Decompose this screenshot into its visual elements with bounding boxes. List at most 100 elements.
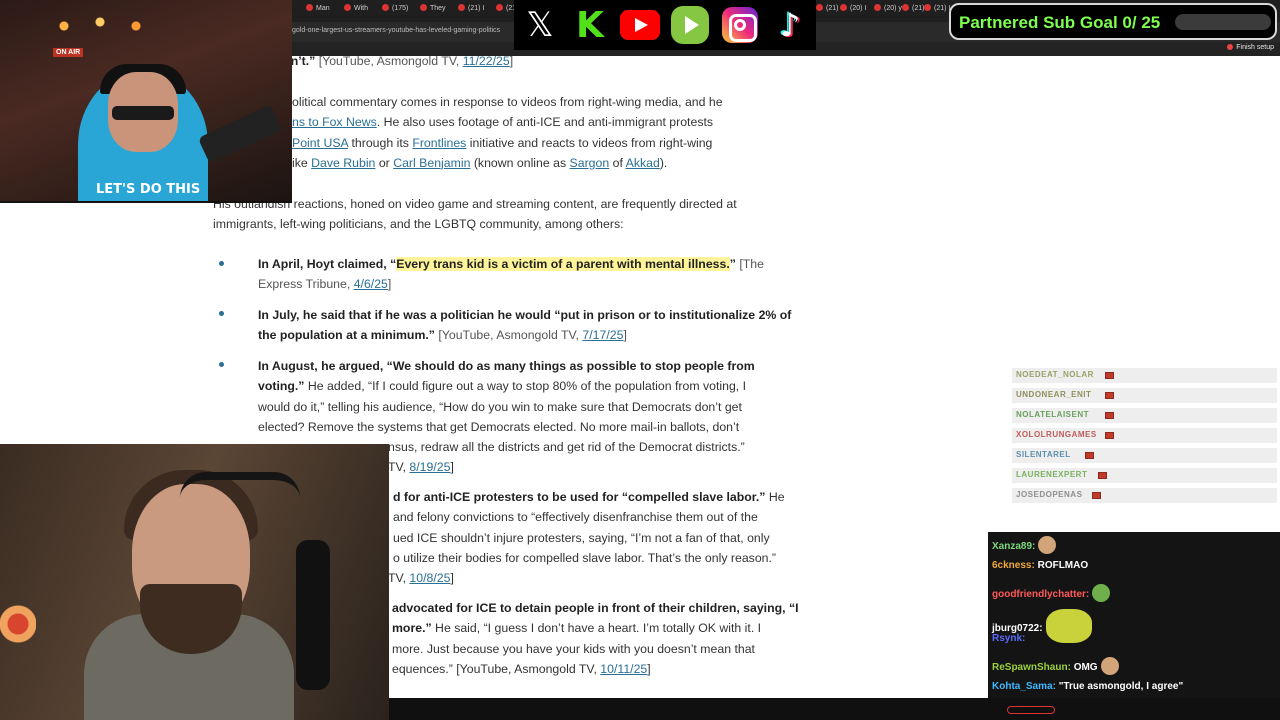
flag-icon <box>1085 452 1094 459</box>
bullet-marker <box>219 261 224 266</box>
text-span: (known online as <box>470 155 570 170</box>
viewer-name: SILENTAREL <box>1016 450 1071 459</box>
turning-point-link[interactable]: Point USA <box>292 136 348 150</box>
chat-message: Rsynk: <box>992 633 1025 644</box>
youtube-icon <box>620 5 660 45</box>
viewer-row: NOEDEAT_NOLAR <box>1012 368 1277 383</box>
text-span: . He also uses footage of anti-ICE and a… <box>376 115 714 130</box>
citation-link[interactable]: 4/6/25 <box>354 277 388 291</box>
text-span: voting.” <box>258 379 305 394</box>
chat-emote-icon <box>1092 584 1111 602</box>
chat-username[interactable]: 6ckness: <box>992 560 1035 571</box>
tab-label: (20) y <box>884 5 902 12</box>
akkad-link[interactable]: Akkad <box>626 156 660 170</box>
viewer-row: XOLOLRUNGAMES <box>1012 428 1277 443</box>
browser-tab[interactable]: (175) <box>382 4 408 18</box>
flag-icon <box>1104 432 1114 439</box>
citation-close: ] <box>647 661 651 676</box>
text-span: ). <box>659 155 668 170</box>
chat-username[interactable]: Xanza89: <box>992 541 1035 552</box>
highlighted-quote: Every trans kid is a victim of a parent … <box>396 257 730 271</box>
text-span: ike <box>292 155 312 170</box>
sunglasses <box>112 106 174 120</box>
paragraph-1-line-1: olitical commentary comes in response to… <box>292 95 723 109</box>
chat-username[interactable]: ReSpawnShaun: <box>992 662 1071 673</box>
chat-username[interactable]: goodfriendlychatter: <box>992 589 1089 600</box>
tab-favicon-icon <box>874 4 881 11</box>
tiktok-icon: ♪ <box>779 6 801 44</box>
sargon-link[interactable]: Sargon <box>570 156 610 170</box>
citation-link[interactable]: 7/17/25 <box>582 328 623 342</box>
paragraph-1-line-3: Point USA through its Frontlines initiat… <box>292 133 723 153</box>
finish-setup-button[interactable]: Finish setup <box>1227 44 1274 51</box>
viewer-name: LAURENEXPERT <box>1016 470 1088 479</box>
paragraph-2-line-2: immigrants, left-wing politicians, and t… <box>213 217 624 232</box>
citation: Express Tribune, <box>258 277 354 292</box>
browser-tab[interactable]: (20) y <box>874 4 902 18</box>
viewer-name: NOEDEAT_NOLAR <box>1016 370 1094 379</box>
chat-emote-icon <box>1045 609 1092 643</box>
text-line: elected? Remove the systems that get Dem… <box>258 419 740 434</box>
url-text[interactable]: gold-one-largest-us-streamers-youtube-ha… <box>292 27 500 34</box>
taskbar <box>389 698 1280 720</box>
carl-benjamin-link[interactable]: Carl Benjamin <box>393 156 470 170</box>
browser-tab[interactable]: They <box>420 4 446 18</box>
tab-label: (21) I <box>468 5 485 12</box>
frontlines-link[interactable]: Frontlines <box>412 136 466 150</box>
flag-icon <box>1091 492 1101 499</box>
citation-link[interactable]: 8/19/25 <box>409 460 450 474</box>
bullet-marker <box>219 362 224 367</box>
citation: [The <box>735 257 764 271</box>
chat-text: OMG <box>1073 662 1098 673</box>
flag-icon <box>1104 412 1114 419</box>
fox-news-link[interactable]: ns to Fox News <box>292 115 377 129</box>
browser-tab[interactable]: (21) I <box>458 4 484 18</box>
viewer-name: XOLOLRUNGAMES <box>1016 430 1097 439</box>
bullet-item-5: advocated for ICE to detain people in fr… <box>392 598 812 679</box>
chat-overlay: Xanza89: 6ckness: ROFLMAO goodfriendlychat… <box>988 532 1280 698</box>
chat-message: ReSpawnShaun: OMG <box>992 657 1119 675</box>
text-line: In August, he argued, “We should do as m… <box>258 359 755 373</box>
headset <box>180 472 300 498</box>
webcam-streamer <box>0 444 389 720</box>
text-span: through its <box>348 135 413 150</box>
text-line: In July, he said that if he was a politi… <box>258 308 792 322</box>
bullet-item-4: d for anti-ICE protesters to be used for… <box>388 487 813 588</box>
bullet-item-1: In April, Hoyt claimed, “Every trans kid… <box>258 254 818 295</box>
viewer-row: JOSEDOPENAS <box>1012 488 1277 503</box>
citation-close: ] <box>509 54 514 68</box>
viewer-name: NOLATELAISENT <box>1016 410 1090 419</box>
browser-tab[interactable]: (21) I <box>816 4 842 18</box>
text-span: or <box>375 155 394 170</box>
browser-tab[interactable]: (21) I <box>924 4 950 18</box>
chat-message: 6ckness: ROFLMAO <box>992 560 1088 571</box>
sub-goal-progress-bar <box>1175 14 1271 30</box>
tab-label: With <box>354 5 368 12</box>
citation-close: ] <box>450 571 454 586</box>
citation-link[interactable]: 10/11/25 <box>600 662 647 676</box>
dave-rubin-link[interactable]: Dave Rubin <box>311 156 375 170</box>
citation: [YouTube, Asmongold TV, <box>434 328 583 343</box>
chat-message: Kohta_Sama: "True asmongold, I agree" <box>992 681 1183 692</box>
citation-close: ] <box>387 277 392 292</box>
paragraph-1-line-2: ns to Fox News. He also uses footage of … <box>292 112 723 132</box>
citation-link[interactable]: 10/8/25 <box>409 571 450 585</box>
text-span: He <box>765 490 785 504</box>
tab-favicon-icon <box>306 4 313 11</box>
chat-text: ROFLMAO <box>1037 560 1089 571</box>
browser-tab[interactable]: With <box>344 4 368 18</box>
viewer-row: NOLATELAISENT <box>1012 408 1277 423</box>
x-icon: 𝕏 <box>526 5 554 45</box>
kick-icon: K <box>576 4 604 46</box>
chat-username[interactable]: Rsynk: <box>992 633 1025 644</box>
browser-tab[interactable]: Man <box>306 4 330 18</box>
decoration <box>0 594 36 654</box>
chat-text: "True asmongold, I agree" <box>1058 681 1184 692</box>
citation-link[interactable]: 11/22/25 <box>463 54 510 68</box>
flag-icon <box>1104 372 1114 379</box>
text-span: more.” <box>392 621 432 636</box>
browser-tab[interactable]: (20) I <box>840 4 866 18</box>
viewer-name: UNDONEAR_ENIT <box>1016 390 1092 399</box>
text-span: the population at a minimum.” <box>258 328 435 343</box>
chat-username[interactable]: Kohta_Sama: <box>992 681 1056 692</box>
